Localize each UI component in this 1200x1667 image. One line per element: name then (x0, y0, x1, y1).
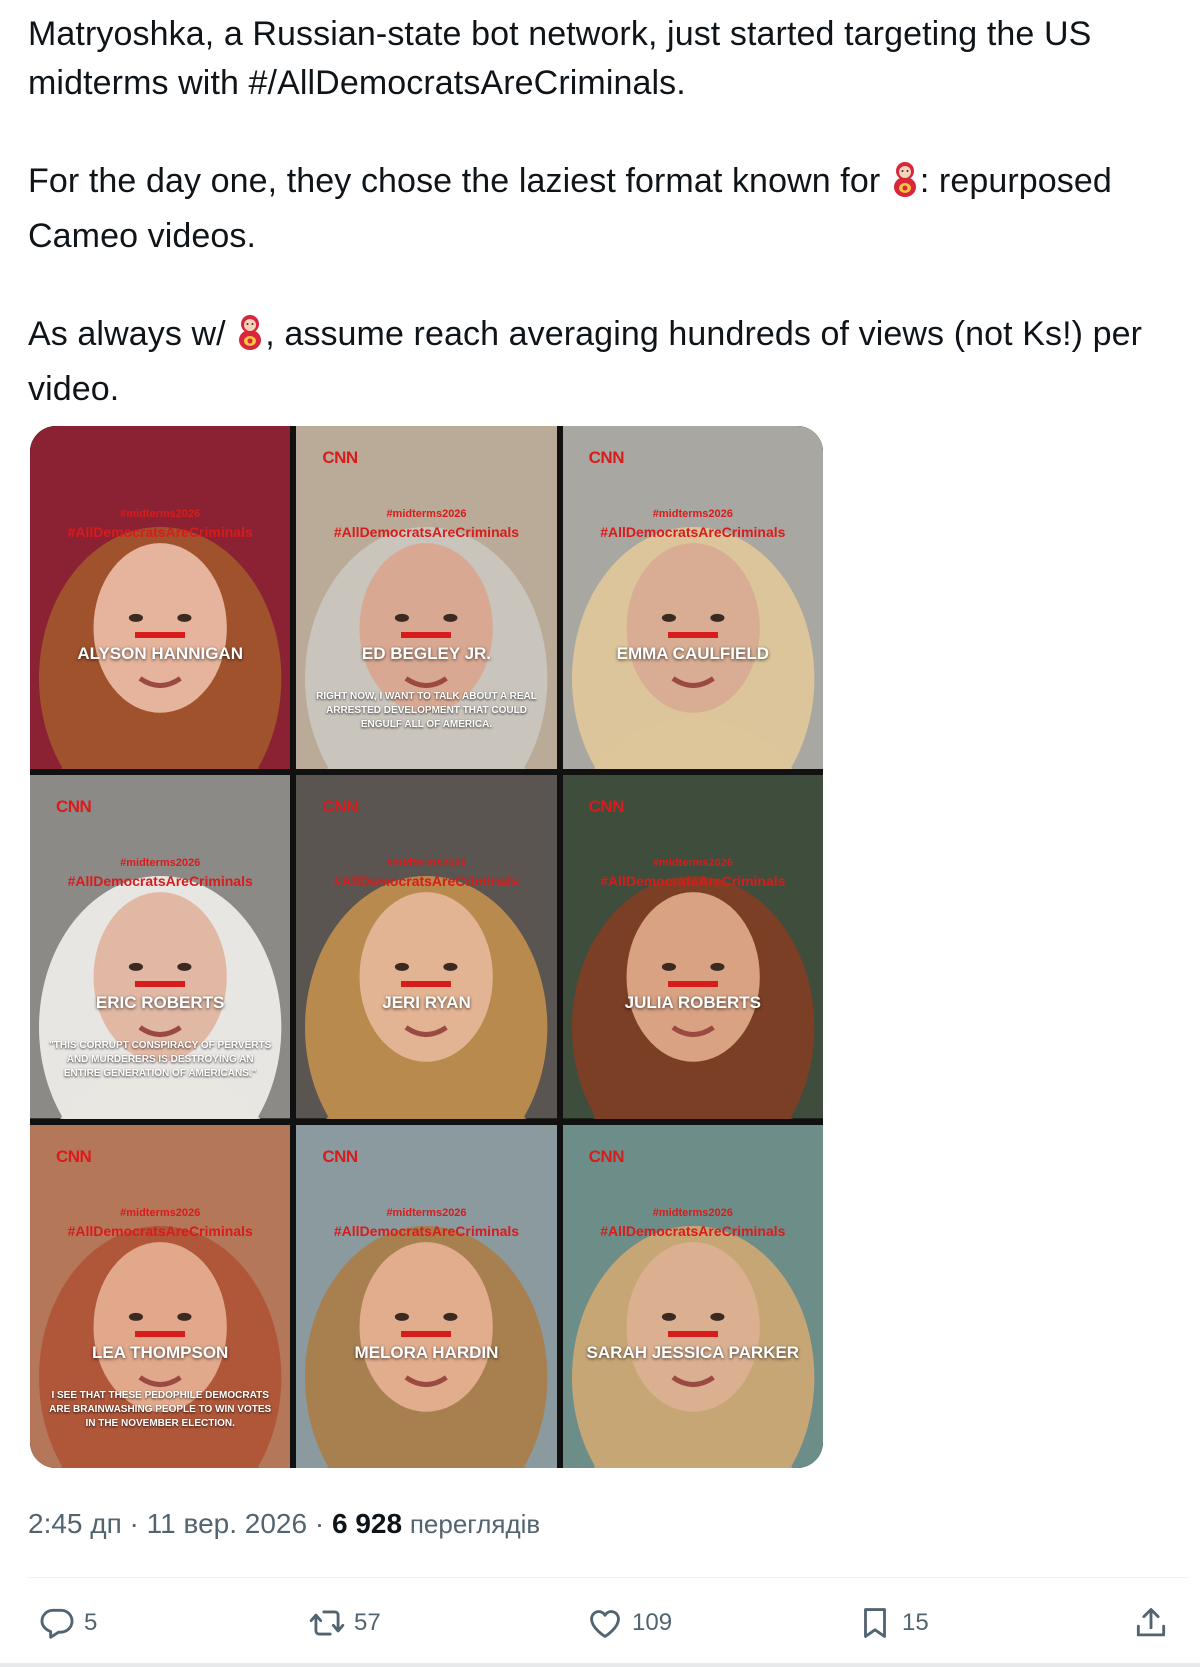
hashtag-label: #AllDemocratsAreCriminals (600, 873, 786, 890)
cnn-logo: CNN (56, 1146, 92, 1166)
red-bar (667, 981, 718, 988)
hashtag-label: #AllDemocratsAreCriminals (67, 873, 253, 890)
hashtag-midterms: #midterms2026 (120, 508, 201, 520)
tweet: Matryoshka, a Russian-state bot network,… (0, 0, 1200, 1667)
hashtag-label: #AllDemocratsAreCriminals (333, 873, 520, 890)
portrait-image (296, 775, 557, 1119)
like-button[interactable]: 109 (586, 1604, 672, 1642)
cnn-logo: CNN (322, 797, 358, 817)
video-tile[interactable]: CNN #midterms2026 #AllDemocratsAreCriminal… (562, 1124, 823, 1468)
divider (28, 1577, 1188, 1578)
tweet-paragraph: As always w/ , assume reach averaging hu… (28, 310, 1188, 414)
hashtag-label: #AllDemocratsAreCriminals (333, 1222, 520, 1239)
hashtag-label: #AllDemocratsAreCriminals (67, 1222, 253, 1239)
portrait-image (296, 1124, 557, 1468)
video-tile[interactable]: CNN #midterms2026 #AllDemocratsAreCriminal… (30, 775, 291, 1119)
tweet-paragraph: For the day one, they chose the laziest … (28, 157, 1188, 261)
portrait-image (30, 426, 291, 770)
red-bar (667, 1330, 718, 1337)
cnn-logo: CNN (588, 448, 625, 467)
retweet-button[interactable]: 57 (308, 1604, 381, 1642)
tweet-text-span: As always w/ (28, 315, 236, 353)
tweet-meta: 2:45 дп · 11 вер. 2026 · 6 928 перегляді… (28, 1508, 540, 1540)
person-name: ALYSON HANNIGAN (77, 644, 243, 663)
matryoshka-icon (892, 160, 918, 212)
red-bar (401, 632, 452, 638)
portrait-image (562, 426, 823, 770)
quote-caption: "THIS CORRUPT CONSPIRACY OF PERVERTS AND… (49, 1040, 272, 1080)
hashtag-midterms: #midterms2026 (120, 857, 201, 870)
hashtag-midterms: #midterms2026 (386, 1206, 467, 1219)
hashtag-label: #AllDemocratsAreCriminals (333, 524, 520, 540)
media-grid: #midterms2026 #AllDemocratsAreCriminals AL… (30, 426, 823, 1468)
bookmark-button[interactable]: 15 (856, 1604, 929, 1642)
like-count: 109 (632, 1609, 673, 1636)
cnn-logo: CNN (56, 797, 92, 817)
bookmark-count: 15 (902, 1609, 929, 1636)
hashtag-label: #AllDemocratsAreCriminals (600, 1222, 786, 1239)
red-bar (401, 1330, 452, 1337)
person-name: EMMA CAULFIELD (616, 644, 769, 663)
date[interactable]: 11 вер. 2026 (147, 1508, 307, 1539)
hashtag-label: #AllDemocratsAreCriminals (600, 524, 786, 540)
person-name: SARAH JESSICA PARKER (586, 1342, 800, 1362)
retweet-icon (309, 1610, 345, 1636)
hashtag-label: #AllDemocratsAreCriminals (67, 524, 253, 540)
portrait-image (562, 775, 823, 1119)
views-count: 6 928 (331, 1508, 403, 1539)
red-bar (135, 632, 186, 638)
video-tile[interactable]: CNN #midterms2026 #AllDemocratsAreCriminal… (296, 426, 557, 770)
reply-icon (40, 1608, 74, 1639)
hashtag-midterms: #midterms2026 (652, 857, 733, 870)
red-bar (135, 981, 186, 988)
bottom-border (0, 1663, 1200, 1667)
tweet-text: Matryoshka, a Russian-state bot network,… (28, 10, 1188, 463)
cnn-logo: CNN (588, 797, 625, 817)
cnn-logo: CNN (588, 1146, 625, 1166)
red-bar (401, 981, 452, 988)
tweet-text-span: Matryoshka, a Russian-state bot network,… (28, 15, 1092, 102)
cnn-logo: CNN (322, 448, 358, 467)
hashtag-midterms: #midterms2026 (386, 857, 467, 870)
reply-count: 5 (84, 1609, 98, 1636)
share-icon (1136, 1608, 1166, 1637)
hashtag-midterms: #midterms2026 (652, 508, 733, 520)
portrait-image (562, 1124, 823, 1468)
meta-separator: · (307, 1508, 332, 1539)
cnn-logo: CNN (322, 1146, 358, 1166)
video-tile[interactable]: #midterms2026 #AllDemocratsAreCriminals AL… (30, 426, 291, 770)
timestamp[interactable]: 2:45 дп (28, 1508, 122, 1539)
video-tile[interactable]: CNN #midterms2026 #AllDemocratsAreCriminal… (562, 426, 823, 770)
person-name: ED BEGLEY JR. (361, 644, 492, 663)
video-tile[interactable]: CNN #midterms2026 #AllDemocratsAreCriminal… (30, 1124, 291, 1468)
hashtag-midterms: #midterms2026 (120, 1206, 201, 1219)
hashtag-midterms: #midterms2026 (652, 1206, 733, 1219)
person-name: JULIA ROBERTS (624, 993, 761, 1013)
matryoshka-icon (237, 313, 263, 365)
heart-icon (590, 1610, 620, 1638)
bookmark-icon (864, 1608, 886, 1638)
quote-caption: I SEE THAT THESE PEDOPHILE DEMOCRATS ARE… (49, 1389, 272, 1429)
quote-caption: RIGHT NOW, I WANT TO TALK ABOUT A REAL A… (316, 691, 537, 730)
video-tile[interactable]: CNN #midterms2026 #AllDemocratsAreCriminal… (296, 1124, 557, 1468)
reply-button[interactable]: 5 (38, 1604, 97, 1642)
hashtag-midterms: #midterms2026 (386, 508, 467, 520)
retweet-count: 57 (354, 1609, 381, 1636)
media-collage[interactable]: #midterms2026 #AllDemocratsAreCriminals AL… (30, 426, 823, 1468)
person-name: MELORA HARDIN (354, 1342, 499, 1362)
person-name: ERIC ROBERTS (95, 993, 225, 1013)
red-bar (135, 1330, 186, 1337)
video-tile[interactable]: CNN #midterms2026 #AllDemocratsAreCriminal… (562, 775, 823, 1119)
video-tile[interactable]: CNN #midterms2026 #AllDemocratsAreCriminal… (296, 775, 557, 1119)
red-bar (667, 632, 718, 638)
action-bar: 5 57 109 15 (28, 1604, 1188, 1648)
meta-separator: · (121, 1508, 147, 1539)
person-name: JERI RYAN (382, 993, 471, 1013)
person-name: LEA THOMPSON (92, 1342, 229, 1362)
share-button[interactable] (1132, 1604, 1170, 1642)
tweet-paragraph: Matryoshka, a Russian-state bot network,… (28, 10, 1188, 108)
views-label: переглядів (409, 1509, 541, 1539)
tweet-text-span: For the day one, they chose the laziest … (28, 162, 890, 200)
